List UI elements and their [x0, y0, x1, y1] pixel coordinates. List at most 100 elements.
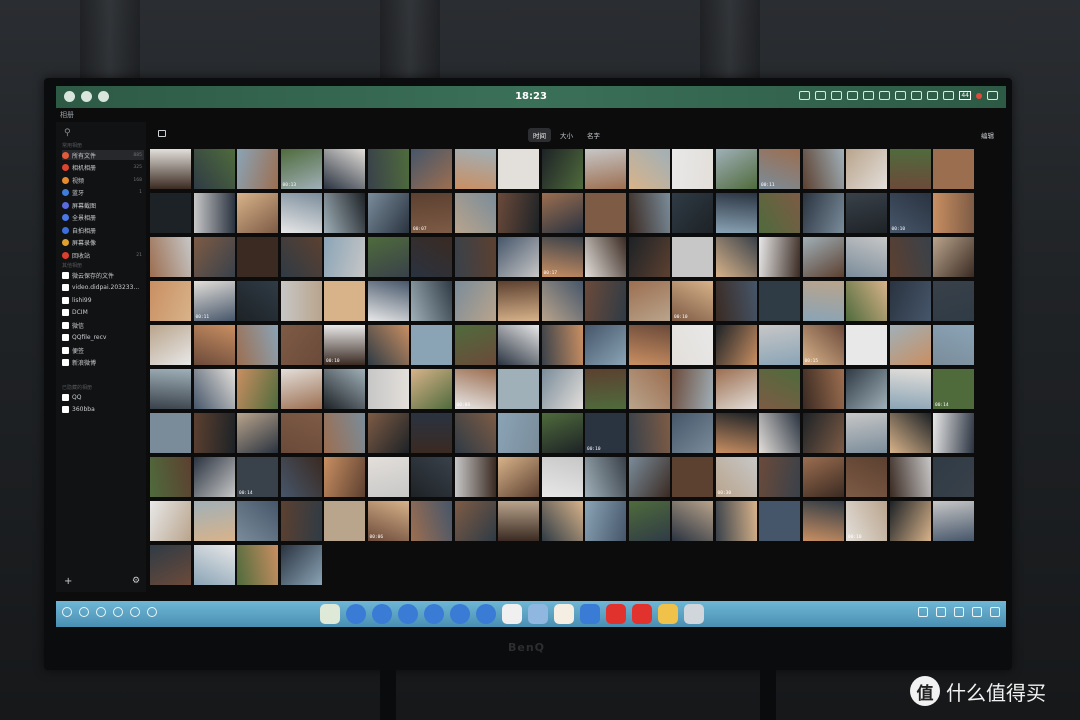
photo-thumbnail[interactable]: 00:06 [367, 501, 409, 541]
trash-app-icon[interactable] [684, 604, 704, 624]
photo-thumbnail[interactable]: 00:10 [324, 325, 365, 365]
photo-thumbnail[interactable]: 00:14 [237, 457, 278, 497]
photo-thumbnail[interactable] [280, 501, 322, 541]
sidebar-item[interactable]: video.didpai.203233... [62, 283, 144, 293]
photo-thumbnail[interactable] [715, 369, 757, 409]
photo-thumbnail[interactable] [150, 237, 191, 277]
photo-thumbnail[interactable] [454, 281, 496, 321]
messages-app-icon[interactable] [580, 604, 600, 624]
photo-thumbnail[interactable] [150, 193, 191, 233]
photo-thumbnail[interactable] [628, 325, 670, 365]
screen-icon[interactable] [799, 91, 811, 100]
photo-thumbnail[interactable] [454, 457, 496, 497]
sidebar-item[interactable]: 全景相册 [62, 213, 144, 223]
photo-thumbnail[interactable] [237, 193, 278, 233]
sidebar-item[interactable]: 蓝牙 1 [62, 188, 144, 198]
photo-thumbnail[interactable] [280, 237, 322, 277]
photo-thumbnail[interactable] [933, 237, 974, 277]
sidebar-item[interactable]: lishi99 [62, 295, 144, 305]
photo-thumbnail[interactable] [889, 413, 931, 453]
photo-thumbnail[interactable] [933, 501, 974, 541]
photo-thumbnail[interactable] [541, 457, 583, 497]
photo-thumbnail[interactable] [889, 369, 931, 409]
photo-thumbnail[interactable] [454, 193, 496, 233]
memo-app-icon[interactable] [554, 604, 574, 624]
list-icon[interactable] [972, 607, 982, 617]
photo-thumbnail[interactable] [193, 457, 235, 497]
photo-thumbnail[interactable] [628, 281, 670, 321]
photo-thumbnail[interactable] [846, 413, 887, 453]
photo-thumbnail[interactable] [237, 369, 278, 409]
photo-thumbnail[interactable]: 00:10 [585, 413, 626, 453]
photo-thumbnail[interactable] [759, 325, 800, 365]
photo-thumbnail[interactable] [541, 281, 583, 321]
photo-thumbnail[interactable]: 00:10 [846, 501, 887, 541]
photo-thumbnail[interactable] [237, 501, 278, 541]
sidebar-item[interactable]: 新浪微博 [62, 358, 144, 368]
photo-thumbnail[interactable] [150, 149, 191, 189]
settings-icon[interactable]: ⚙ [132, 576, 140, 586]
photo-thumbnail[interactable] [933, 413, 974, 453]
photo-thumbnail[interactable] [324, 193, 365, 233]
photo-thumbnail[interactable]: 00:17 [541, 237, 583, 277]
photo-thumbnail[interactable] [628, 457, 670, 497]
photo-thumbnail[interactable] [715, 193, 757, 233]
photo-thumbnail[interactable] [454, 413, 496, 453]
photo-thumbnail[interactable] [672, 325, 713, 365]
photo-thumbnail[interactable] [889, 325, 931, 365]
photo-thumbnail[interactable] [193, 413, 235, 453]
photo-thumbnail[interactable] [411, 325, 452, 365]
photo-thumbnail[interactable] [846, 237, 887, 277]
dock-control-icon[interactable] [79, 607, 89, 617]
search-icon[interactable]: ⚲ [64, 128, 71, 138]
dock-control-icon[interactable] [130, 607, 140, 617]
photo-thumbnail[interactable] [802, 501, 844, 541]
cast-icon[interactable] [815, 91, 827, 100]
photo-thumbnail[interactable] [324, 457, 365, 497]
signal-icon[interactable] [943, 91, 955, 100]
photo-thumbnail[interactable] [367, 193, 409, 233]
photo-thumbnail[interactable] [759, 193, 800, 233]
photo-thumbnail[interactable] [150, 545, 191, 585]
notes-app-icon[interactable] [320, 604, 340, 624]
photo-thumbnail[interactable] [367, 149, 409, 189]
photo-thumbnail[interactable] [324, 501, 365, 541]
app-grid-icon[interactable] [987, 91, 998, 100]
sidebar-item[interactable]: 便签 [62, 345, 144, 355]
photo-thumbnail[interactable] [802, 237, 844, 277]
sidebar-item[interactable]: 回收站 21 [62, 250, 144, 260]
photo-thumbnail[interactable] [324, 237, 365, 277]
photo-thumbnail[interactable] [541, 325, 583, 365]
photo-thumbnail[interactable] [846, 457, 887, 497]
photo-thumbnail[interactable] [324, 369, 365, 409]
photo-thumbnail[interactable] [672, 237, 713, 277]
photo-thumbnail[interactable] [193, 545, 235, 585]
photo-thumbnail[interactable] [585, 369, 626, 409]
photo-thumbnail[interactable] [541, 413, 583, 453]
photo-thumbnail[interactable] [454, 501, 496, 541]
photo-thumbnail[interactable] [715, 413, 757, 453]
photo-thumbnail[interactable] [933, 193, 974, 233]
photo-thumbnail[interactable] [498, 281, 539, 321]
photo-thumbnail[interactable] [367, 237, 409, 277]
photo-thumbnail[interactable]: 00:11 [193, 281, 235, 321]
photo-thumbnail[interactable] [672, 457, 713, 497]
photo-thumbnail[interactable] [759, 457, 800, 497]
photo-thumbnail[interactable] [802, 457, 844, 497]
photo-thumbnail[interactable] [454, 325, 496, 365]
photo-thumbnail[interactable] [150, 281, 191, 321]
photo-thumbnail[interactable] [802, 369, 844, 409]
photo-thumbnail[interactable] [846, 325, 887, 365]
photo-thumbnail[interactable] [541, 149, 583, 189]
photo-thumbnail[interactable] [585, 149, 626, 189]
photo-thumbnail[interactable] [802, 281, 844, 321]
photo-thumbnail[interactable] [889, 281, 931, 321]
photo-thumbnail[interactable] [367, 369, 409, 409]
photo-thumbnail[interactable] [193, 325, 235, 365]
photo-thumbnail[interactable] [759, 237, 800, 277]
photo-thumbnail[interactable] [628, 193, 670, 233]
photo-thumbnail[interactable] [324, 281, 365, 321]
photo-thumbnail[interactable] [541, 501, 583, 541]
dock-collapse-icon[interactable] [147, 607, 157, 617]
photo-thumbnail[interactable] [933, 281, 974, 321]
